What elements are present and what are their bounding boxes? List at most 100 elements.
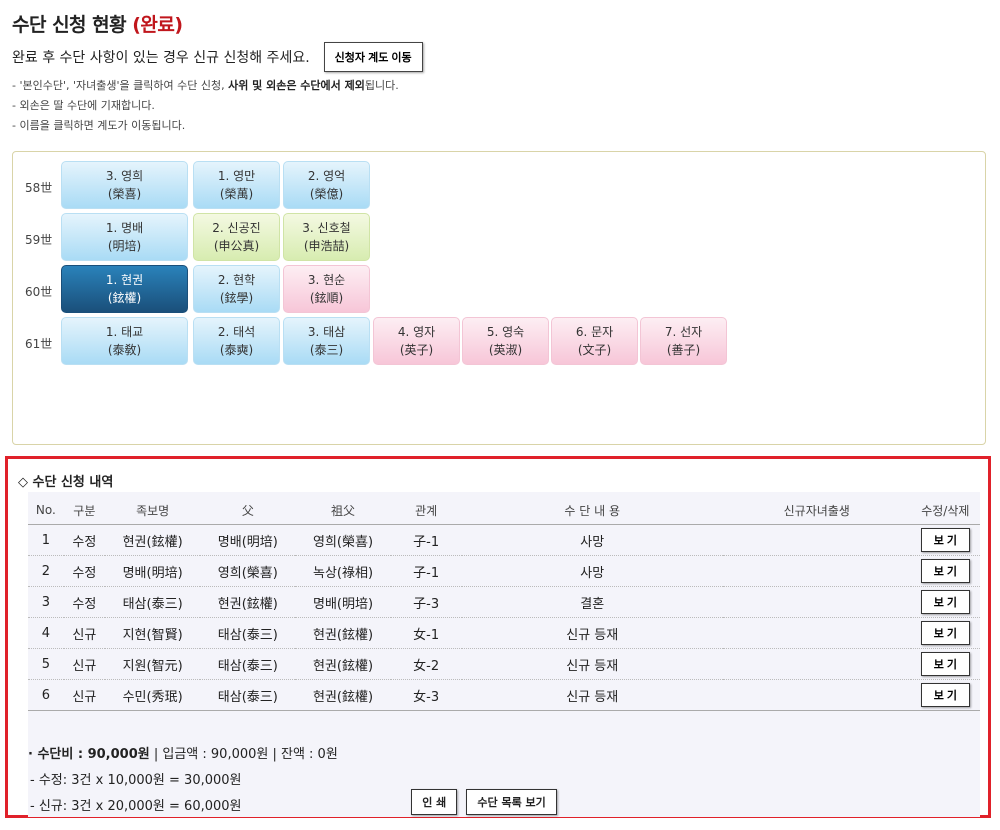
view-button[interactable]: 보 기: [920, 528, 970, 552]
cell-action: 보 기: [910, 648, 980, 680]
tree-node-hanja: (鉉權): [107, 291, 142, 305]
action-buttons: 인 쇄 수단 목록 보기: [8, 789, 960, 815]
fee-rest: | 입금액 : 90,000원 | 잔액 : 0원: [149, 747, 338, 762]
cell-father: 명배(明培): [200, 524, 296, 556]
tree-node[interactable]: 3. 태삼 (泰三): [283, 317, 370, 365]
table-row: 5 신규 지원(智元) 태삼(泰三) 현권(鉉權) 女-2 신규 등재 보 기: [28, 648, 980, 680]
tree-node-hanja: (明培): [107, 239, 142, 253]
tree-node-hanja: (善子): [666, 343, 701, 357]
column-header: 父: [200, 496, 296, 525]
fee-line: · 수단비 : 90,000원 | 입금액 : 90,000원 | 잔액 : 0…: [28, 742, 338, 768]
notes: - '본인수단', '자녀출생'을 클릭하여 수단 신청, 사위 및 외손은 수…: [12, 76, 399, 136]
cell-name: 지원(智元): [105, 648, 201, 680]
tree-node[interactable]: 6. 문자 (文子): [551, 317, 638, 365]
move-to-applicant-button[interactable]: 신청자 계도 이동: [323, 42, 423, 72]
note-line-2: - 외손은 딸 수단에 기재합니다.: [12, 99, 155, 112]
tree-node[interactable]: 2. 태석 (泰奭): [193, 317, 280, 365]
cell-father: 태삼(泰三): [200, 617, 296, 649]
cell-type: 신규: [63, 648, 106, 680]
view-button[interactable]: 보 기: [920, 621, 970, 645]
tree-node-hanja: (申浩喆): [303, 239, 350, 253]
tree-node[interactable]: 3. 현순 (鉉順): [283, 265, 370, 313]
print-button[interactable]: 인 쇄: [411, 789, 458, 815]
cell-action: 보 기: [910, 679, 980, 711]
tree-node[interactable]: 3. 신호철 (申浩喆): [283, 213, 370, 261]
tree-node-name: 7. 선자: [664, 325, 703, 339]
column-header: 수정/삭제: [910, 496, 980, 525]
cell-name: 태삼(泰三): [105, 586, 201, 618]
cell-father: 영희(榮喜): [200, 555, 296, 587]
tree-node[interactable]: 3. 영희 (榮喜): [61, 161, 188, 209]
tree-node[interactable]: 4. 영자 (英子): [373, 317, 460, 365]
cell-newborn: [722, 679, 911, 711]
note-1b: 사위 및 외손은 수단에서 제외: [228, 79, 365, 92]
column-header: 신규자녀출생: [722, 496, 911, 525]
tree-node-name: 2. 영억: [307, 169, 346, 183]
column-header: 족보명: [105, 496, 201, 525]
view-button[interactable]: 보 기: [920, 683, 970, 707]
tree-node-name: 2. 태석: [217, 325, 256, 339]
cell-grandfather: 녹상(祿相): [295, 555, 391, 587]
tree-node[interactable]: 1. 현권 (鉉權): [61, 265, 188, 313]
cell-no: 5: [28, 648, 64, 680]
status-label: (완료): [132, 14, 183, 36]
tree-node[interactable]: 1. 명배 (明培): [61, 213, 188, 261]
tree-node-name: 3. 신호철: [302, 221, 351, 235]
cell-relation: 女-3: [390, 679, 462, 711]
tree-node[interactable]: 2. 현학 (鉉學): [193, 265, 280, 313]
cell-type: 수정: [63, 586, 106, 618]
tree-node-name: 1. 영만: [217, 169, 256, 183]
table-header-row: No. 구분 족보명 父祖父 관계 수 단 내 용 신규자녀출생 수정/삭제: [28, 496, 980, 525]
cell-relation: 子-3: [390, 586, 462, 618]
view-list-button[interactable]: 수단 목록 보기: [466, 789, 557, 815]
cell-name: 수민(秀珉): [105, 679, 201, 711]
tree-node[interactable]: 7. 선자 (善子): [640, 317, 727, 365]
cell-father: 태삼(泰三): [200, 679, 296, 711]
cell-type: 수정: [63, 555, 106, 587]
tree-node-name: 3. 현순: [307, 273, 346, 287]
cell-relation: 子-1: [390, 524, 462, 556]
tree-node-name: 3. 영희: [105, 169, 144, 183]
column-header: 관계: [390, 496, 462, 525]
cell-content: 사망: [461, 524, 723, 556]
cell-relation: 女-2: [390, 648, 462, 680]
cell-type: 수정: [63, 524, 106, 556]
tree-node[interactable]: 2. 신공진 (申公真): [193, 213, 280, 261]
cell-action: 보 기: [910, 555, 980, 587]
cell-relation: 女-1: [390, 617, 462, 649]
view-button[interactable]: 보 기: [920, 652, 970, 676]
title-text: 수단 신청 현황: [12, 14, 127, 36]
generation-label: 60世: [25, 285, 53, 299]
column-header: 구분: [63, 496, 106, 525]
subtitle-row: 완료 후 수단 사항이 있는 경우 신규 신청해 주세요. 신청자 계도 이동: [12, 42, 423, 72]
family-tree: 58世 3. 영희 (榮喜) 1. 영만 (榮萬) 2. 영억 (榮億) 59世 1. 명배 (明…: [12, 151, 986, 445]
view-button[interactable]: 보 기: [920, 559, 970, 583]
note-1c: 됩니다.: [364, 79, 399, 92]
cell-grandfather: 현권(鉉權): [295, 617, 391, 649]
tree-node[interactable]: 2. 영억 (榮億): [283, 161, 370, 209]
cell-content: 신규 등재: [461, 648, 723, 680]
cell-content: 사망: [461, 555, 723, 587]
subtitle-text: 완료 후 수단 사항이 있는 경우 신규 신청해 주세요.: [12, 50, 310, 66]
table-row: 6 신규 수민(秀珉) 태삼(泰三) 현권(鉉權) 女-3 신규 등재 보 기: [28, 679, 980, 711]
tree-node-hanja: (鉉學): [219, 291, 254, 305]
application-history-section: ◇ 수단 신청 내역 No. 구분 족보명 父祖父 관계 수 단 내 용 신규자녀출생 수정/…: [5, 456, 991, 818]
cell-grandfather: 현권(鉉權): [295, 648, 391, 680]
cell-name: 지현(智賢): [105, 617, 201, 649]
note-line-3: - 이름을 클릭하면 계도가 이동됩니다.: [12, 119, 186, 132]
history-table: No. 구분 족보명 父祖父 관계 수 단 내 용 신규자녀출생 수정/삭제 1 수정 현권(鉉權…: [28, 496, 980, 711]
cell-newborn: [722, 617, 911, 649]
tree-node[interactable]: 1. 영만 (榮萬): [193, 161, 280, 209]
tree-node[interactable]: 1. 태교 (泰敎): [61, 317, 188, 365]
tree-node-hanja: (鉉順): [309, 291, 344, 305]
column-header: 수 단 내 용: [461, 496, 723, 525]
tree-node-hanja: (泰三): [309, 343, 344, 357]
generation-label: 61世: [25, 337, 53, 351]
generation-label: 58世: [25, 181, 53, 195]
view-button[interactable]: 보 기: [920, 590, 970, 614]
tree-node[interactable]: 5. 영숙 (英淑): [462, 317, 549, 365]
cell-action: 보 기: [910, 617, 980, 649]
cell-no: 3: [28, 586, 64, 618]
tree-node-name: 1. 태교: [105, 325, 144, 339]
generation-label: 59世: [25, 233, 53, 247]
